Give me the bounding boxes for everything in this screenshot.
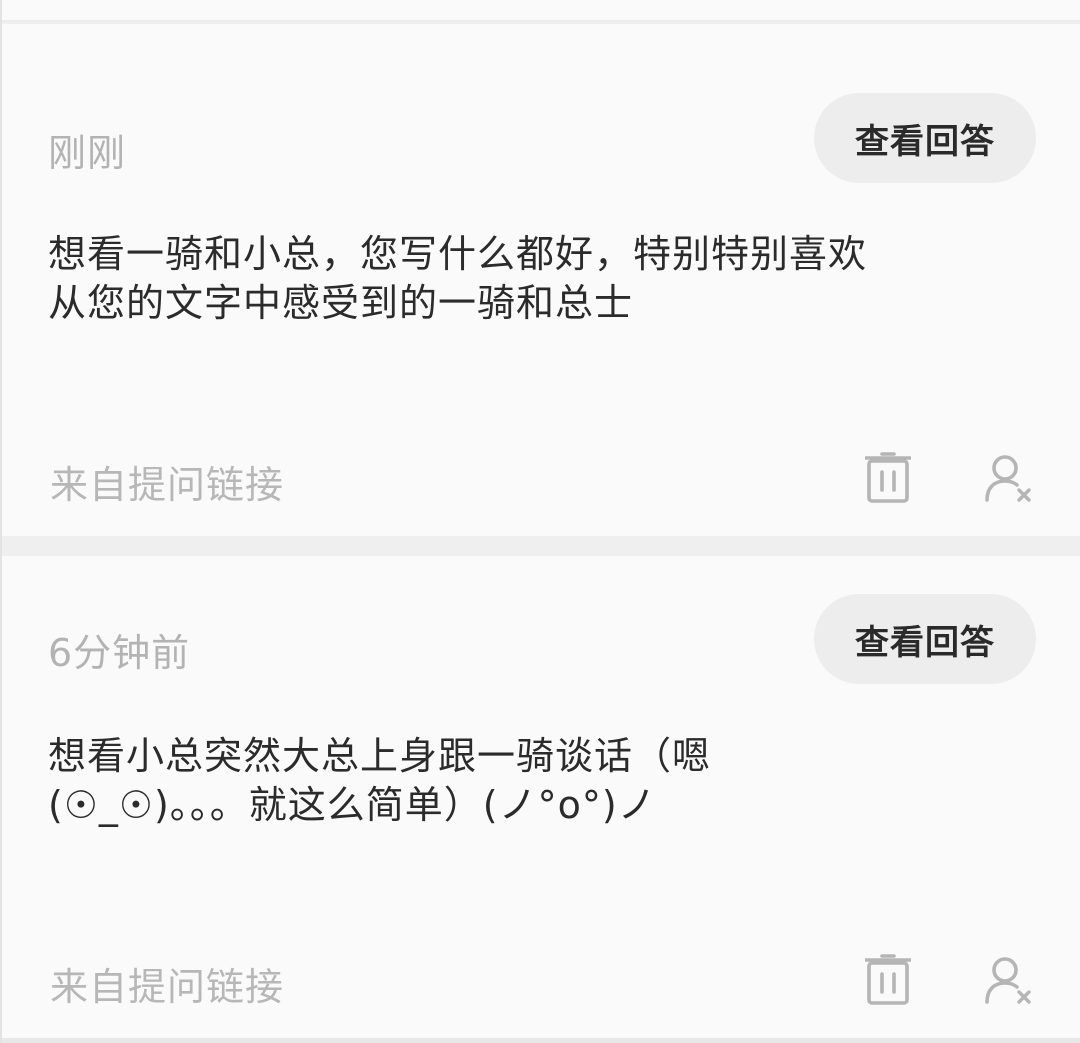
delete-button[interactable] [860, 450, 916, 506]
next-card-edge [2, 1038, 1080, 1043]
question-card[interactable]: 刚刚 查看回答 想看一骑和小总，您写什么都好，特别特别喜欢从您的文字中感受到的一… [2, 24, 1080, 536]
question-card[interactable]: 6分钟前 查看回答 想看小总突然大总上身跟一骑谈话（嗯(☉_☉)。。。就这么简单… [2, 556, 1080, 1038]
delete-button[interactable] [860, 952, 916, 1008]
block-user-button[interactable] [980, 450, 1036, 506]
block-user-icon [985, 455, 1031, 502]
question-time: 6分钟前 [48, 631, 191, 675]
question-inbox: 刚刚 查看回答 想看一骑和小总，您写什么都好，特别特别喜欢从您的文字中感受到的一… [0, 0, 1080, 1043]
view-answer-button[interactable]: 查看回答 [814, 93, 1036, 183]
question-source: 来自提问链接 [50, 463, 285, 507]
question-text: 想看小总突然大总上身跟一骑谈话（嗯(☉_☉)。。。就这么简单）(ノ°ο°)ノ [48, 734, 712, 827]
previous-card-edge [2, 0, 1080, 22]
block-user-button[interactable] [980, 952, 1036, 1008]
trash-icon [865, 954, 911, 1005]
block-user-icon [985, 957, 1031, 1004]
question-time: 刚刚 [48, 131, 127, 175]
view-answer-button[interactable]: 查看回答 [814, 594, 1036, 684]
question-text: 想看一骑和小总，您写什么都好，特别特别喜欢从您的文字中感受到的一骑和总士 [48, 232, 868, 325]
question-source: 来自提问链接 [50, 965, 285, 1009]
trash-icon [865, 452, 911, 503]
